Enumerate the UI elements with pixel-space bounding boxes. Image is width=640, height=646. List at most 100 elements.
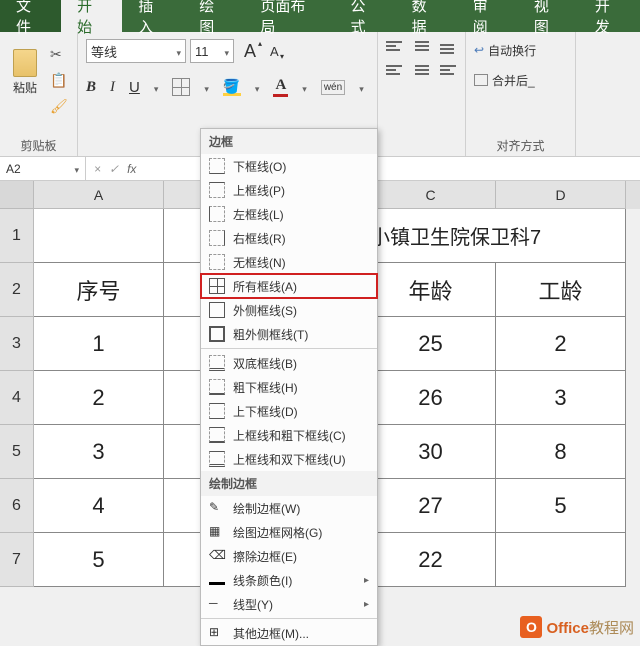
- fill-color-button[interactable]: [223, 78, 241, 96]
- menu-item-no-border[interactable]: 无框线(N): [201, 250, 377, 274]
- row-header-5[interactable]: 5: [0, 425, 34, 479]
- menu-item-right-border[interactable]: 右框线(R): [201, 226, 377, 250]
- menu-item-double-bottom[interactable]: 双底框线(B): [201, 351, 377, 375]
- tab-formulas[interactable]: 公式: [335, 0, 396, 32]
- row-header-6[interactable]: 6: [0, 479, 34, 533]
- cell-d3[interactable]: 2: [496, 317, 626, 371]
- chevron-down-icon: [224, 44, 229, 59]
- name-box[interactable]: A2: [0, 157, 86, 180]
- menu-item-top-double-bottom[interactable]: 上框线和双下框线(U): [201, 447, 377, 471]
- menu-item-bottom-border[interactable]: 下框线(O): [201, 154, 377, 178]
- menu-item-left-border[interactable]: 左框线(L): [201, 202, 377, 226]
- phonetic-button[interactable]: wén: [321, 80, 345, 95]
- align-right-icon[interactable]: [440, 62, 457, 78]
- line-color-icon: [209, 582, 225, 585]
- menu-item-draw-grid[interactable]: 绘图边框网格(G): [201, 520, 377, 544]
- row-header-7[interactable]: 7: [0, 533, 34, 587]
- font-size-value: 11: [195, 44, 209, 59]
- cell-c7[interactable]: 22: [366, 533, 496, 587]
- cell-d6[interactable]: 5: [496, 479, 626, 533]
- cell-a3[interactable]: 1: [34, 317, 164, 371]
- font-size-select[interactable]: 11: [190, 39, 234, 63]
- menu-item-erase-border[interactable]: 擦除边框(E): [201, 544, 377, 568]
- border-button[interactable]: [172, 78, 190, 96]
- tab-draw[interactable]: 绘图: [183, 0, 244, 32]
- tab-pagelayout[interactable]: 页面布局: [244, 0, 334, 32]
- menu-item-outside-border[interactable]: 外侧框线(S): [201, 298, 377, 322]
- col-header-d[interactable]: D: [496, 181, 626, 209]
- cell-a1[interactable]: [34, 209, 164, 263]
- cell-c1[interactable]: 小镇卫生院保卫科7: [366, 209, 626, 263]
- tab-developer[interactable]: 开发: [579, 0, 640, 32]
- merge-center-button[interactable]: 合并后_: [474, 68, 567, 92]
- tab-view[interactable]: 视图: [518, 0, 579, 32]
- cell-a7[interactable]: 5: [34, 533, 164, 587]
- paste-label: 粘贴: [13, 79, 37, 96]
- font-name-select[interactable]: 等线: [86, 39, 186, 63]
- bold-button[interactable]: B: [86, 79, 96, 96]
- menu-item-top-border[interactable]: 上框线(P): [201, 178, 377, 202]
- menu-item-top-bottom[interactable]: 上下框线(D): [201, 399, 377, 423]
- cell-a4[interactable]: 2: [34, 371, 164, 425]
- menu-item-thick-bottom[interactable]: 粗下框线(H): [201, 375, 377, 399]
- format-painter-icon[interactable]: [50, 98, 68, 116]
- copy-icon[interactable]: [50, 72, 68, 90]
- align-center-icon[interactable]: [413, 62, 430, 78]
- decrease-font-icon[interactable]: A: [270, 44, 279, 59]
- enter-icon[interactable]: ✓: [109, 162, 119, 176]
- row-header-2[interactable]: 2: [0, 263, 34, 317]
- increase-font-icon[interactable]: A: [244, 41, 256, 62]
- cell-a6[interactable]: 4: [34, 479, 164, 533]
- align-top-icon[interactable]: [386, 38, 403, 54]
- menu-item-all-borders[interactable]: 所有框线(A): [201, 274, 377, 298]
- border-tbdbl-icon: [209, 451, 225, 467]
- cell-a5[interactable]: 3: [34, 425, 164, 479]
- tab-data[interactable]: 数据: [396, 0, 457, 32]
- chevron-down-icon[interactable]: [359, 79, 364, 96]
- align-middle-icon[interactable]: [413, 38, 430, 54]
- menu-item-line-style[interactable]: 线型(Y): [201, 592, 377, 616]
- align-left-icon[interactable]: [386, 62, 403, 78]
- group-clipboard: 粘贴 剪贴板: [0, 32, 78, 156]
- cell-a2[interactable]: 序号: [34, 263, 164, 317]
- menu-item-draw-border[interactable]: 绘制边框(W): [201, 496, 377, 520]
- menu-item-line-color[interactable]: 线条颜色(I): [201, 568, 377, 592]
- row-header-4[interactable]: 4: [0, 371, 34, 425]
- cancel-icon[interactable]: ×: [94, 162, 101, 176]
- row-header-1[interactable]: 1: [0, 209, 34, 263]
- cell-c6[interactable]: 27: [366, 479, 496, 533]
- menu-item-more-borders[interactable]: 其他边框(M)...: [201, 621, 377, 645]
- menu-item-top-thick-bottom[interactable]: 上框线和粗下框线(C): [201, 423, 377, 447]
- chevron-down-icon[interactable]: [302, 79, 307, 96]
- tab-home[interactable]: 开始: [61, 0, 122, 32]
- chevron-down-icon[interactable]: [154, 79, 159, 96]
- paste-button[interactable]: 粘贴: [8, 40, 42, 96]
- italic-button[interactable]: I: [110, 79, 115, 96]
- cell-d7[interactable]: [496, 533, 626, 587]
- cut-icon[interactable]: [50, 46, 68, 64]
- chevron-down-icon[interactable]: [204, 79, 209, 96]
- cell-c3[interactable]: 25: [366, 317, 496, 371]
- tab-insert[interactable]: 插入: [122, 0, 183, 32]
- align-bottom-icon[interactable]: [440, 38, 457, 54]
- cell-d5[interactable]: 8: [496, 425, 626, 479]
- wrap-text-button[interactable]: 自动换行: [474, 38, 567, 62]
- menu-item-thick-outside[interactable]: 粗外侧框线(T): [201, 322, 377, 346]
- fx-icon[interactable]: fx: [127, 162, 136, 176]
- row-header-3[interactable]: 3: [0, 317, 34, 371]
- font-color-button[interactable]: A: [273, 77, 288, 97]
- chevron-down-icon[interactable]: [255, 79, 260, 96]
- cell-c2[interactable]: 年龄: [366, 263, 496, 317]
- tab-review[interactable]: 审阅: [457, 0, 518, 32]
- col-header-c[interactable]: C: [366, 181, 496, 209]
- tab-file[interactable]: 文件: [0, 0, 61, 32]
- select-all-corner[interactable]: [0, 181, 34, 209]
- border-top-icon: [209, 182, 225, 198]
- col-header-a[interactable]: A: [34, 181, 164, 209]
- group-clipboard-label: 剪贴板: [0, 137, 77, 154]
- cell-d2[interactable]: 工龄: [496, 263, 626, 317]
- cell-c5[interactable]: 30: [366, 425, 496, 479]
- underline-button[interactable]: U: [129, 79, 140, 96]
- cell-d4[interactable]: 3: [496, 371, 626, 425]
- cell-c4[interactable]: 26: [366, 371, 496, 425]
